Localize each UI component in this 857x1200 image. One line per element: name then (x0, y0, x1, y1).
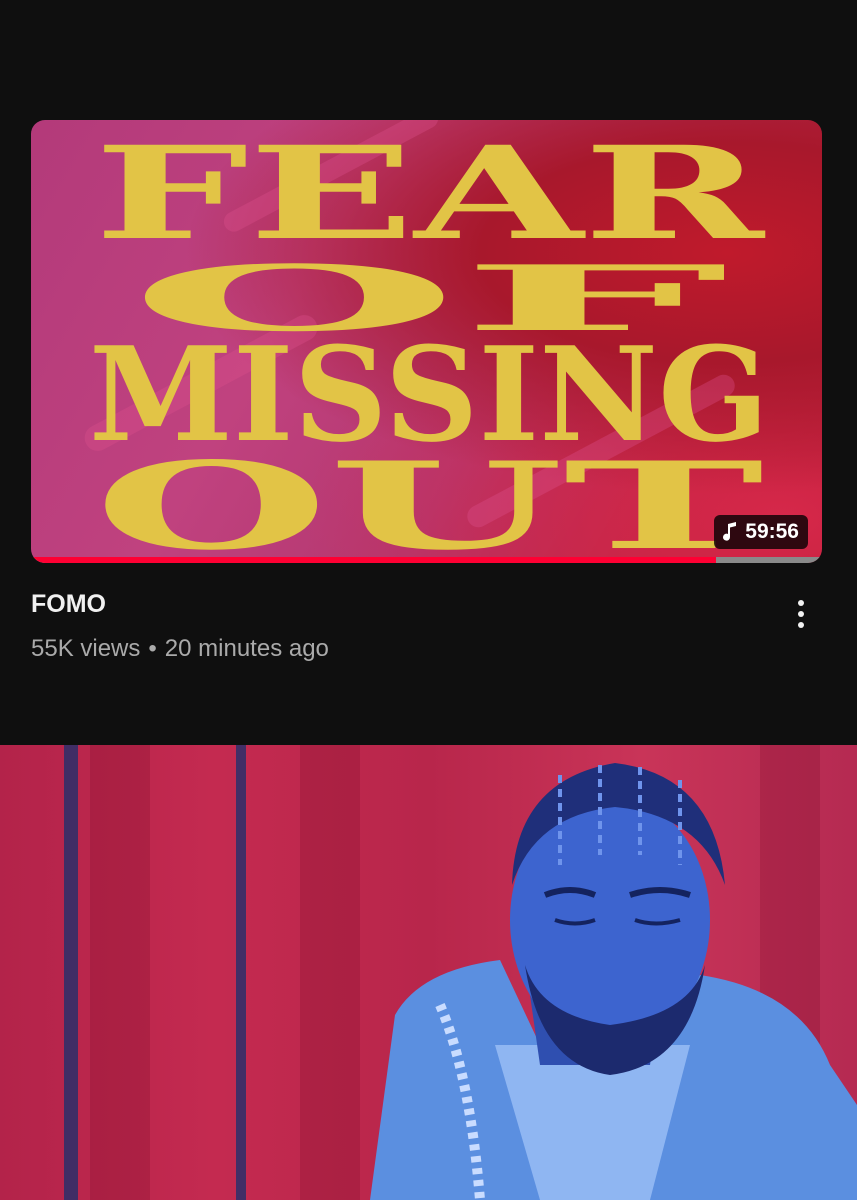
video-title[interactable]: FOMO (31, 590, 106, 619)
thumbnail-title-art: FEAR OF MISSING OUT (89, 120, 769, 563)
thumbnail-word: OUT (94, 436, 764, 563)
person-figure (370, 763, 857, 1200)
feed: FEAR OF MISSING OUT 59:56 FOMO 55K views… (0, 0, 857, 1200)
video-metadata: 55K views • 20 minutes ago (31, 635, 329, 663)
watch-progress-bar (31, 557, 716, 563)
meta-separator: • (148, 635, 157, 662)
video-thumbnail[interactable]: FEAR OF MISSING OUT 59:56 (31, 120, 822, 563)
view-count: 55K views (31, 635, 141, 662)
duration-text: 59:56 (745, 520, 799, 543)
upload-age: 20 minutes ago (164, 635, 329, 662)
music-note-icon (723, 522, 737, 541)
duration-badge: 59:56 (714, 515, 808, 549)
more-vert-icon[interactable] (786, 595, 816, 633)
next-video-thumbnail[interactable] (0, 745, 857, 1200)
